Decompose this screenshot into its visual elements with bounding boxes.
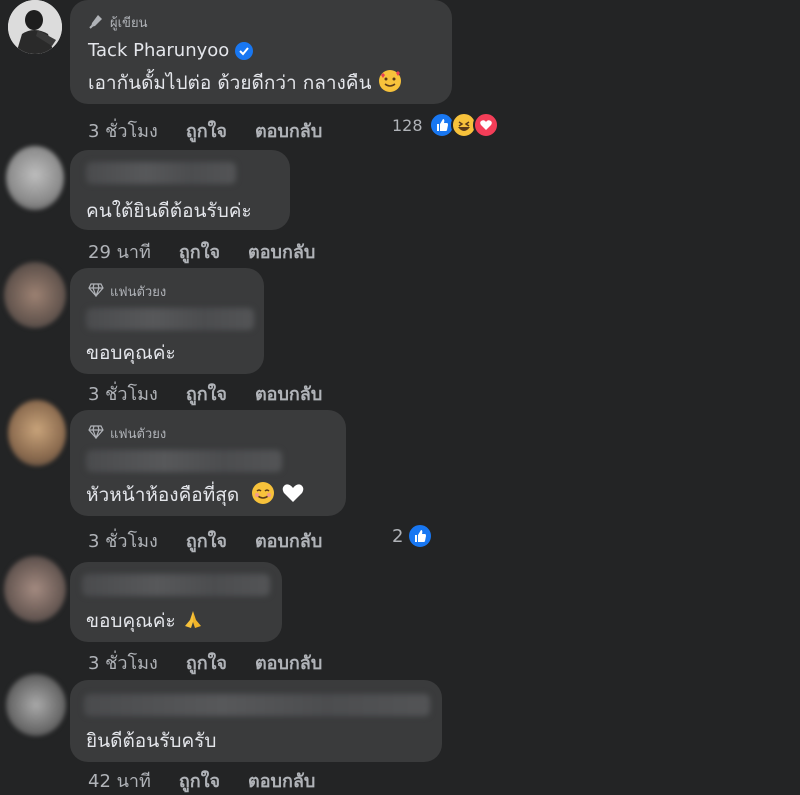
comment-actions: 42 นาที ถูกใจ ตอบกลับ (88, 766, 343, 795)
comment-text: ยินดีต้อนรับครับ (86, 730, 217, 752)
avatar[interactable] (8, 400, 66, 466)
avatar[interactable] (8, 0, 62, 54)
reply-link[interactable]: ตอบกลับ (248, 237, 315, 266)
reaction-summary[interactable]: 2 (392, 523, 434, 549)
author-name-text[interactable]: Tack Pharunyoo (88, 40, 229, 61)
comment-actions: 3 ชั่วโมง ถูกใจ ตอบกลับ (88, 648, 350, 677)
comment-text: หัวหน้าห้องคือที่สุด (86, 480, 305, 510)
smiling-face-with-hearts-icon (378, 69, 402, 98)
comment-text: เอากันดั้มไปต่อ ด้วยดีกว่า กลางคืน (88, 68, 402, 98)
smiling-face-icon (251, 481, 275, 510)
diamond-icon (88, 424, 104, 443)
timestamp[interactable]: 3 ชั่วโมง (88, 648, 158, 677)
like-link[interactable]: ถูกใจ (179, 766, 220, 795)
reply-link[interactable]: ตอบกลับ (255, 648, 322, 677)
reply-link[interactable]: ตอบกลับ (255, 526, 322, 555)
comment-text-content: เอากันดั้มไปต่อ ด้วยดีกว่า กลางคืน (88, 72, 372, 94)
author-name-blurred (86, 308, 254, 330)
author-name-blurred (84, 694, 430, 716)
reaction-count: 2 (392, 525, 404, 547)
reply-link[interactable]: ตอบกลับ (248, 766, 315, 795)
like-link[interactable]: ถูกใจ (186, 648, 227, 677)
diamond-icon (88, 282, 104, 301)
microphone-icon (88, 13, 104, 33)
like-link[interactable]: ถูกใจ (186, 526, 227, 555)
comment-text: คนใต้ยินดีต้อนรับค่ะ (86, 200, 252, 222)
author-name-blurred (86, 162, 236, 184)
love-icon (472, 112, 499, 138)
comment-actions: 3 ชั่วโมง ถูกใจ ตอบกลับ (88, 526, 350, 555)
timestamp[interactable]: 3 ชั่วโมง (88, 379, 158, 408)
like-link[interactable]: ถูกใจ (179, 237, 220, 266)
reply-link[interactable]: ตอบกลับ (255, 379, 322, 408)
avatar[interactable] (4, 262, 66, 328)
folded-hands-icon (182, 608, 204, 635)
comment-actions: 3 ชั่วโมง ถูกใจ ตอบกลับ (88, 116, 350, 145)
comment-actions: 3 ชั่วโมง ถูกใจ ตอบกลับ (88, 379, 350, 408)
reaction-summary[interactable]: 128 (392, 112, 499, 138)
comment-text: ขอบคุณค่ะ (86, 606, 204, 636)
white-heart-icon (281, 482, 305, 509)
timestamp[interactable]: 3 ชั่วโมง (88, 526, 158, 555)
avatar[interactable] (4, 556, 66, 622)
comment-text-content: หัวหน้าห้องคือที่สุด (86, 484, 240, 506)
reply-link[interactable]: ตอบกลับ (255, 116, 322, 145)
reaction-count: 128 (392, 115, 423, 135)
avatar[interactable] (6, 674, 66, 736)
comment-text: ขอบคุณค่ะ (86, 342, 176, 364)
fan-badge: แฟนตัวยง (88, 423, 166, 444)
author-name-blurred (82, 574, 270, 596)
badge-label: แฟนตัวยง (110, 427, 167, 442)
author-name-blurred (86, 450, 282, 472)
verified-badge-icon (235, 41, 254, 60)
like-link[interactable]: ถูกใจ (186, 379, 227, 408)
comment-actions: 29 นาที ถูกใจ ตอบกลับ (88, 237, 343, 266)
author-badge: ผู้เขียน (88, 12, 147, 33)
avatar[interactable] (6, 146, 64, 210)
author-name[interactable]: Tack Pharunyoo (88, 40, 254, 61)
like-link[interactable]: ถูกใจ (186, 116, 227, 145)
timestamp[interactable]: 29 นาที (88, 237, 151, 266)
timestamp[interactable]: 42 นาที (88, 766, 151, 795)
fan-badge: แฟนตัวยง (88, 281, 166, 302)
badge-label: แฟนตัวยง (110, 285, 167, 300)
badge-label: ผู้เขียน (110, 16, 148, 31)
like-icon (407, 523, 434, 549)
comment-text-content: ขอบคุณค่ะ (86, 610, 176, 632)
timestamp[interactable]: 3 ชั่วโมง (88, 116, 158, 145)
